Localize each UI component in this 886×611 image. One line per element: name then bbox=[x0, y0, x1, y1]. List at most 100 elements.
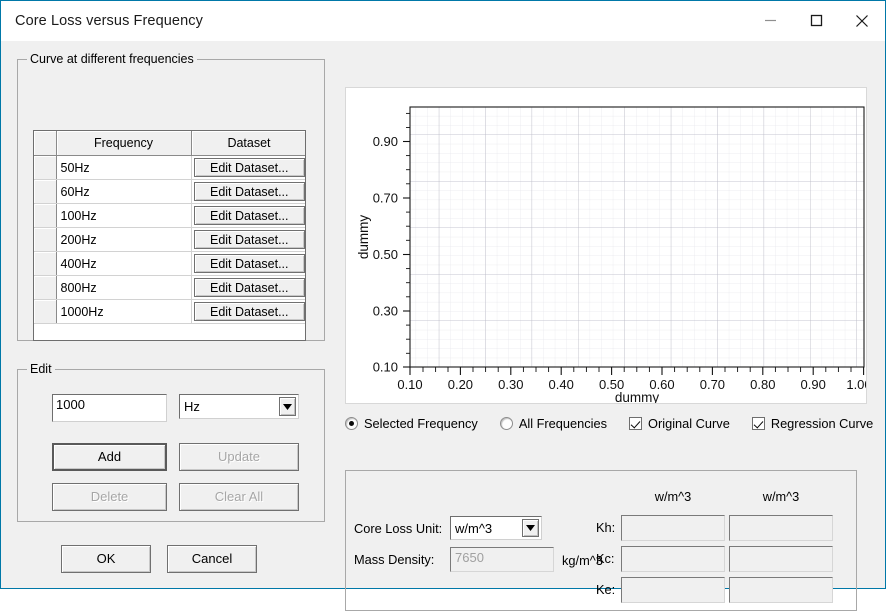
cancel-button[interactable]: Cancel bbox=[167, 545, 257, 573]
chart-panel: 0.90 0.70 0.50 0.30 0.10 0.10 0.20 0.30 … bbox=[345, 87, 867, 404]
ok-button-label: OK bbox=[96, 551, 116, 566]
close-icon bbox=[855, 14, 869, 28]
dataset-cell: Edit Dataset... bbox=[191, 203, 305, 228]
edit-dataset-button[interactable]: Edit Dataset... bbox=[193, 206, 305, 225]
update-button[interactable]: Update bbox=[179, 443, 299, 471]
x-axis: 0.10 0.20 0.30 0.40 0.50 0.60 0.70 0.80 bbox=[397, 367, 866, 392]
window-title: Core Loss versus Frequency bbox=[15, 12, 203, 29]
checkbox-checked-icon bbox=[751, 416, 765, 430]
kh-label: Kh: bbox=[596, 520, 616, 535]
row-selector-cell[interactable] bbox=[34, 275, 57, 300]
edit-dataset-button[interactable]: Edit Dataset... bbox=[193, 230, 305, 249]
frequency-unit-value: Hz bbox=[184, 399, 200, 414]
kc-label: Kc: bbox=[596, 551, 615, 566]
edit-group-legend: Edit bbox=[27, 362, 55, 376]
x-tick-label: 0.30 bbox=[498, 377, 523, 392]
frequency-table: Frequency Dataset 50Hz Edit Dataset... 6… bbox=[34, 131, 305, 340]
mass-density-input[interactable]: 7650 bbox=[450, 547, 554, 572]
table-row[interactable]: 60Hz Edit Dataset... bbox=[34, 179, 305, 204]
dataset-cell: Edit Dataset... bbox=[191, 155, 305, 180]
curve-options-row: Selected Frequency All Frequencies Origi… bbox=[345, 413, 875, 433]
edit-dataset-button[interactable]: Edit Dataset... bbox=[193, 182, 305, 201]
kh-value-1-input[interactable] bbox=[621, 515, 725, 541]
empty-dataset-cell bbox=[191, 323, 305, 340]
cancel-button-label: Cancel bbox=[191, 551, 233, 566]
x-tick-label: 0.90 bbox=[801, 377, 826, 392]
parameters-panel: Core Loss Unit: w/m^3 Mass Density: 7650… bbox=[345, 470, 857, 611]
table-row[interactable]: 200Hz Edit Dataset... bbox=[34, 227, 305, 252]
add-button-label: Add bbox=[97, 449, 122, 464]
core-loss-unit-label: Core Loss Unit: bbox=[354, 521, 443, 536]
dataset-cell: Edit Dataset... bbox=[191, 275, 305, 300]
coefficient-column-2-header: w/m^3 bbox=[762, 489, 800, 504]
row-selector-cell[interactable] bbox=[34, 299, 57, 324]
mass-density-label: Mass Density: bbox=[354, 552, 435, 567]
ok-button[interactable]: OK bbox=[61, 545, 151, 573]
frequency-cell[interactable]: 50Hz bbox=[56, 155, 192, 180]
edit-dataset-button[interactable]: Edit Dataset... bbox=[193, 302, 305, 321]
delete-button-label: Delete bbox=[90, 489, 129, 504]
original-curve-label: Original Curve bbox=[648, 415, 730, 431]
table-row[interactable]: 800Hz Edit Dataset... bbox=[34, 275, 305, 300]
curve-frequencies-legend: Curve at different frequencies bbox=[27, 52, 197, 66]
row-selector-cell[interactable] bbox=[34, 203, 57, 228]
table-row[interactable]: 100Hz Edit Dataset... bbox=[34, 203, 305, 228]
frequency-cell[interactable]: 200Hz bbox=[56, 227, 192, 252]
dataset-cell: Edit Dataset... bbox=[191, 179, 305, 204]
row-selector-cell[interactable] bbox=[34, 227, 57, 252]
edit-dataset-button[interactable]: Edit Dataset... bbox=[193, 278, 305, 297]
empty-frequency-cell bbox=[56, 323, 191, 340]
maximize-button[interactable] bbox=[793, 1, 839, 40]
frequency-cell[interactable]: 800Hz bbox=[56, 275, 192, 300]
y-tick-label: 0.90 bbox=[373, 134, 398, 149]
selected-frequency-radio[interactable]: Selected Frequency bbox=[345, 416, 478, 431]
chevron-down-icon[interactable] bbox=[522, 519, 539, 537]
regression-curve-label: Regression Curve bbox=[770, 415, 874, 431]
frequency-cell[interactable]: 1000Hz bbox=[56, 299, 192, 324]
frequency-unit-combo[interactable]: Hz bbox=[179, 394, 299, 419]
original-curve-checkbox[interactable]: Original Curve bbox=[629, 416, 730, 431]
core-loss-unit-value: w/m^3 bbox=[455, 520, 493, 536]
edit-group: Edit 1000 Hz Add Update Delete Clear All bbox=[17, 362, 325, 522]
core-loss-unit-combo[interactable]: w/m^3 bbox=[450, 516, 542, 540]
table-row[interactable]: 1000Hz Edit Dataset... bbox=[34, 299, 305, 324]
frequency-cell[interactable]: 400Hz bbox=[56, 251, 192, 276]
dataset-cell: Edit Dataset... bbox=[191, 299, 305, 324]
kc-value-1-input[interactable] bbox=[621, 546, 725, 572]
curve-frequencies-group: Curve at different frequencies Frequency… bbox=[17, 52, 325, 341]
ke-value-1-input[interactable] bbox=[621, 577, 725, 603]
edit-dataset-button[interactable]: Edit Dataset... bbox=[193, 158, 305, 177]
clear-all-button[interactable]: Clear All bbox=[179, 483, 299, 511]
chevron-down-icon[interactable] bbox=[279, 397, 296, 416]
frequency-value-input[interactable]: 1000 bbox=[52, 394, 167, 422]
frequency-dataset-table[interactable]: Frequency Dataset 50Hz Edit Dataset... 6… bbox=[33, 130, 306, 341]
regression-curve-checkbox[interactable]: Regression Curve bbox=[751, 415, 874, 431]
kh-value-2-input[interactable] bbox=[729, 515, 833, 541]
kc-value-2-input[interactable] bbox=[729, 546, 833, 572]
x-tick-label: 0.10 bbox=[397, 377, 422, 392]
x-axis-label: dummy bbox=[615, 390, 660, 403]
table-header-row: Frequency Dataset bbox=[34, 131, 305, 156]
ke-value-2-input[interactable] bbox=[729, 577, 833, 603]
row-selector-cell[interactable] bbox=[34, 155, 57, 180]
frequency-cell[interactable]: 100Hz bbox=[56, 203, 192, 228]
table-row[interactable]: 400Hz Edit Dataset... bbox=[34, 251, 305, 276]
dataset-cell: Edit Dataset... bbox=[191, 251, 305, 276]
row-selector-cell[interactable] bbox=[34, 251, 57, 276]
table-row[interactable]: 50Hz Edit Dataset... bbox=[34, 155, 305, 180]
x-tick-label: 1.00 bbox=[846, 377, 866, 392]
frequency-column-header[interactable]: Frequency bbox=[56, 131, 192, 156]
all-frequencies-radio[interactable]: All Frequencies bbox=[499, 416, 607, 431]
minimize-icon bbox=[764, 14, 777, 27]
frequency-cell[interactable]: 60Hz bbox=[56, 179, 192, 204]
edit-dataset-button[interactable]: Edit Dataset... bbox=[193, 254, 305, 273]
close-button[interactable] bbox=[839, 1, 885, 40]
add-button[interactable]: Add bbox=[52, 443, 167, 471]
dataset-column-header[interactable]: Dataset bbox=[191, 131, 305, 156]
row-selector-cell[interactable] bbox=[34, 179, 57, 204]
dialog-window: Core Loss versus Frequency Curve at diff… bbox=[0, 0, 886, 611]
delete-button[interactable]: Delete bbox=[52, 483, 167, 511]
selected-frequency-label: Selected Frequency bbox=[364, 415, 478, 431]
minimize-button[interactable] bbox=[747, 1, 793, 40]
x-tick-label: 0.20 bbox=[448, 377, 473, 392]
